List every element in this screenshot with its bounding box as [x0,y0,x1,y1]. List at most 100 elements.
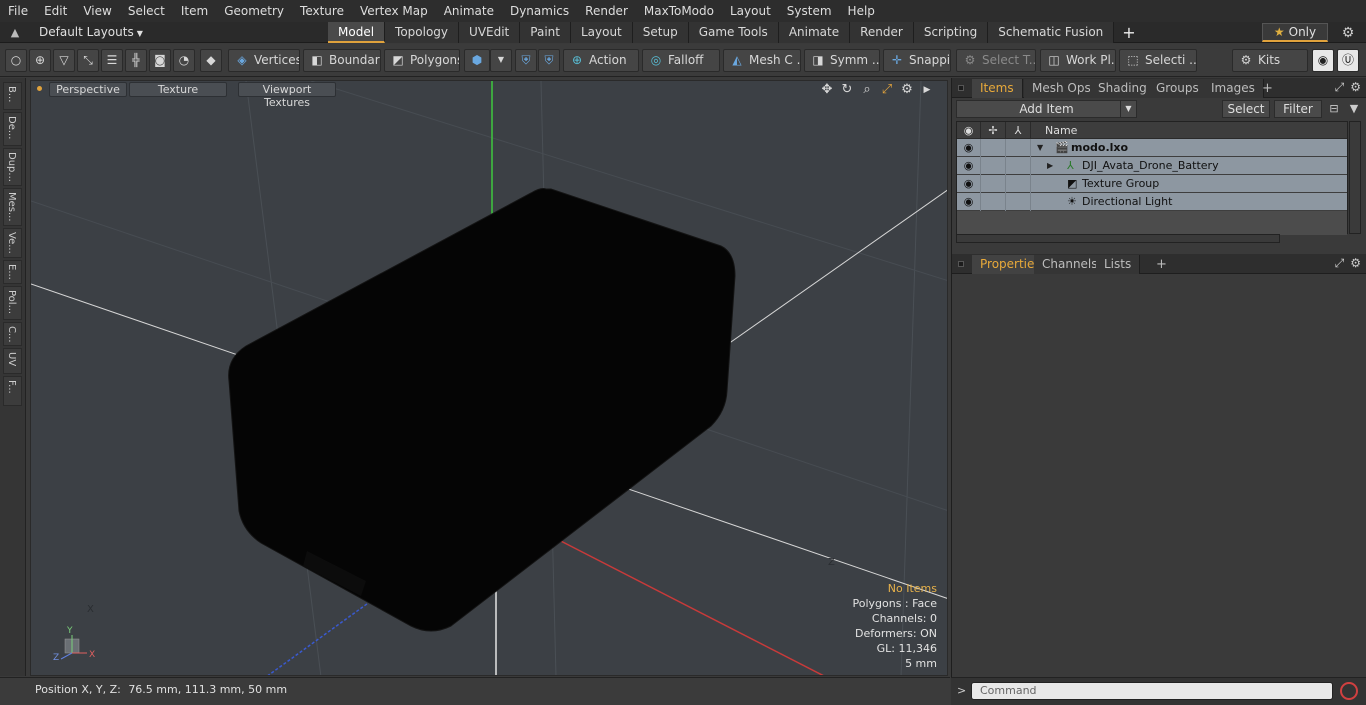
globe-button[interactable]: ⊕ [29,49,51,72]
select-circle-button[interactable]: ○ [5,49,27,72]
panel-menu-dot[interactable] [958,261,964,267]
menu-help[interactable]: Help [840,0,883,22]
lock-cell[interactable] [981,157,1006,175]
vtab-vertex[interactable]: Ve... [3,228,22,258]
menu-file[interactable]: File [0,0,36,22]
brush-button[interactable]: ⤡ [77,49,99,72]
tree-row-modo[interactable]: ◉ ▼ 🎬 modo.lxo [957,139,1347,157]
tab-animate[interactable]: Animate [778,22,851,43]
layout-up-icon[interactable]: ▲ [8,26,22,40]
menu-layout[interactable]: Layout [722,0,779,22]
symmetry-button[interactable]: ◨ Symm ... [804,49,880,72]
vtab-curve[interactable]: C... [3,322,22,346]
tree-vertical-scrollbar[interactable] [1349,121,1361,234]
tab-mesh-ops[interactable]: Mesh Ops [1024,79,1100,98]
tab-model[interactable]: Model [328,22,386,43]
unreal-button[interactable]: Ⓤ [1337,49,1359,72]
panel-menu-dot[interactable] [958,85,964,91]
vtab-duplicate[interactable]: Dup... [3,148,22,186]
tab-lists[interactable]: Lists [1096,255,1141,274]
menu-select[interactable]: Select [120,0,173,22]
collapse-icon[interactable]: ⊟ [1326,101,1342,117]
viewport-textures-button[interactable]: Viewport Textures [238,82,336,109]
selection-sets-button[interactable]: ⬚ Selecti ... [1119,49,1197,72]
zoom-view-icon[interactable]: ⌕ [859,82,875,98]
tab-schematic-fusion[interactable]: Schematic Fusion [988,22,1115,43]
3d-viewport[interactable]: Z X Perspective Texture Viewport Texture… [30,80,948,676]
lock-cell[interactable] [981,139,1006,157]
menu-view[interactable]: View [75,0,119,22]
boundary-button[interactable]: ◧ Boundary [303,49,381,72]
falloff-button[interactable]: ◎ Falloff [642,49,720,72]
expand-right-icon[interactable]: ▶ [1047,157,1053,175]
tab-uvedit[interactable]: UVEdit [459,22,521,43]
expand-panel-icon[interactable]: ⤢ [1335,80,1345,95]
filter-button[interactable]: Filter [1274,100,1322,118]
rotate-view-icon[interactable]: ↻ [839,82,855,98]
material-button[interactable]: ⬢ [464,49,490,72]
vtab-deform[interactable]: De... [3,112,22,146]
tree-row-texture-group[interactable]: ◉ ◩ Texture Group [957,175,1347,193]
add-tab-button[interactable]: + [1114,22,1143,43]
panel-gear-icon[interactable]: ⚙ [1350,80,1361,95]
tab-scripting[interactable]: Scripting [913,22,989,43]
tab-paint[interactable]: Paint [520,22,571,43]
rotate-button[interactable]: ◔ [173,49,195,72]
expand-arrow-icon[interactable]: ▶ [919,82,935,98]
fit-view-icon[interactable]: ⤢ [879,82,895,98]
tab-game-tools[interactable]: Game Tools [688,22,779,43]
tree-empty-area[interactable] [957,211,1347,235]
lock-col-icon[interactable]: ✢ [981,122,1006,139]
expand-down-icon[interactable]: ▼ [1037,139,1043,157]
viewport-menu-dot[interactable] [37,86,42,91]
tree-row-directional-light[interactable]: ◉ ☀ Directional Light [957,193,1347,211]
lock-cell[interactable] [981,193,1006,211]
visibility-col-icon[interactable]: ◉ [957,122,981,139]
filter-funnel-icon[interactable]: ▼ [1346,101,1362,117]
add-panel-tab-button[interactable]: + [1254,79,1281,98]
frame-button[interactable]: ◙ [149,49,171,72]
vtab-edge[interactable]: E... [3,260,22,284]
tree-row-battery[interactable]: ◉ ▶ ⅄ DJI_Avata_Drone_Battery [957,157,1347,175]
only-toggle[interactable]: ★ Only [1262,23,1328,42]
expand-panel-icon[interactable]: ⤢ [1335,256,1345,271]
eye-icon[interactable]: ◉ [957,139,981,157]
kits-button[interactable]: ⚙ Kits [1232,49,1308,72]
vtab-polygon[interactable]: Pol... [3,286,22,320]
menu-edit[interactable]: Edit [36,0,75,22]
mesh-constraint-button[interactable]: ◭ Mesh C ... [723,49,801,72]
item-mode-button[interactable]: ◆ [200,49,222,72]
perspective-button[interactable]: Perspective [49,82,127,97]
polygons-button[interactable]: ◩ Polygons [384,49,460,72]
menu-animate[interactable]: Animate [436,0,502,22]
action-button[interactable]: ⊕ Action [563,49,639,72]
menu-maxtomodo[interactable]: MaxToModo [636,0,722,22]
panel-gear-icon[interactable]: ⚙ [1350,256,1361,271]
eye-icon[interactable]: ◉ [957,157,981,175]
lock-cell[interactable] [981,175,1006,193]
command-input[interactable]: Command [971,682,1333,700]
name-column-header[interactable]: Name [1031,122,1349,139]
tab-layout[interactable]: Layout [570,22,633,43]
add-panel-tab-button[interactable]: + [1148,255,1175,274]
vtab-uv[interactable]: UV [3,348,22,374]
type-col-icon[interactable]: ⅄ [1006,122,1031,139]
pen-button[interactable]: ▽ [53,49,75,72]
menu-texture[interactable]: Texture [292,0,352,22]
tab-render[interactable]: Render [850,22,914,43]
work-plane-button[interactable]: ◫ Work Pl... [1040,49,1116,72]
tab-setup[interactable]: Setup [632,22,689,43]
tab-shading[interactable]: Shading [1090,79,1156,98]
add-item-button[interactable]: Add Item ▼ [956,100,1137,118]
tree-horizontal-scrollbar[interactable] [956,234,1280,243]
vtab-fusion[interactable]: F... [3,376,22,406]
snapping-button[interactable]: ✛ Snapping [883,49,951,72]
caret-down-icon[interactable]: ▼ [1120,101,1136,117]
viewport-gear-icon[interactable]: ⚙ [899,82,915,98]
tab-topology[interactable]: Topology [385,22,460,43]
menu-dynamics[interactable]: Dynamics [502,0,577,22]
sym-y-button[interactable]: ⛨ [538,49,560,72]
menu-item[interactable]: Item [173,0,216,22]
default-layouts-dropdown[interactable]: Default Layouts ▼ [30,22,143,43]
tab-items[interactable]: Items [972,79,1023,98]
